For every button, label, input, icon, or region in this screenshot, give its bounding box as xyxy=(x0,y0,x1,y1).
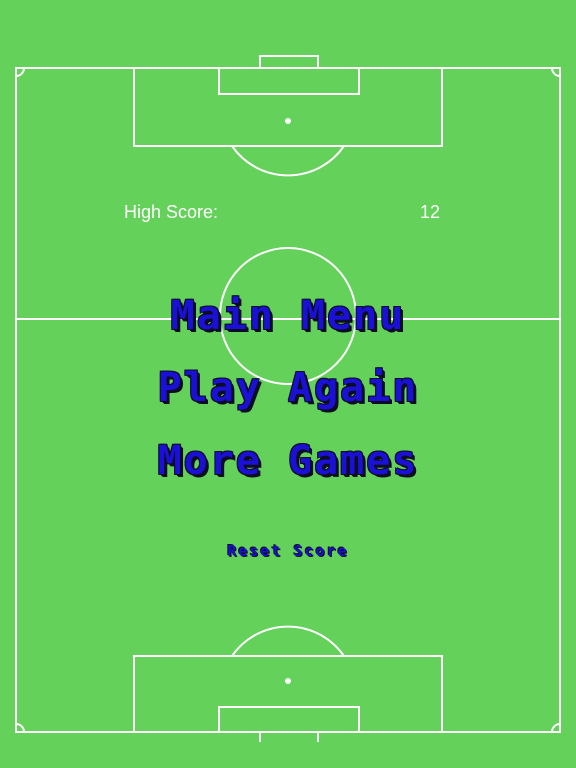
bottom-goal-area xyxy=(218,706,360,733)
reset-score-button[interactable]: Reset Score xyxy=(0,541,576,561)
bottom-penalty-arc xyxy=(231,625,345,657)
main-menu-button[interactable]: Main Menu xyxy=(0,292,576,340)
corner-arc-tl xyxy=(15,67,25,77)
corner-arc-br xyxy=(551,723,561,733)
bottom-penalty-box xyxy=(133,655,443,733)
high-score-value: 12 xyxy=(420,202,441,222)
top-penalty-spot xyxy=(285,118,291,124)
top-penalty-arc xyxy=(231,145,345,177)
high-score-label: High Score: xyxy=(124,202,219,222)
top-penalty-box xyxy=(133,67,443,147)
more-games-button[interactable]: More Games xyxy=(0,437,576,485)
bottom-penalty-spot xyxy=(285,678,291,684)
top-goal xyxy=(259,55,319,69)
corner-arc-bl xyxy=(15,723,25,733)
corner-arc-tr xyxy=(551,67,561,77)
play-again-button[interactable]: Play Again xyxy=(0,364,576,412)
top-goal-area xyxy=(218,67,360,95)
